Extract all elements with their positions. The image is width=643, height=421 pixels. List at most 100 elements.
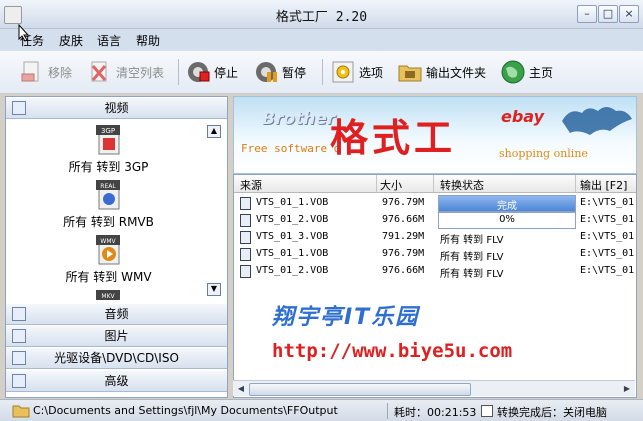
advanced-category-icon [12, 374, 26, 388]
format-mkv[interactable]: MKV [6, 290, 211, 302]
row-output: E:\VTS_01 [580, 214, 635, 225]
table-row[interactable]: VTS_01_2.VOB 976.66M 所有 转到 FLV E:\VTS_01 [234, 262, 636, 280]
category-image-label: 图片 [104, 329, 129, 343]
horizontal-scrollbar[interactable]: ◀ ▶ [233, 380, 635, 396]
table-row[interactable]: VTS_01_2.VOB 976.66M 0% E:\VTS_01 [234, 211, 636, 229]
banner-free-software-text: Free software d [241, 142, 341, 155]
options-label: 选项 [359, 65, 384, 80]
rmvb-badge-text: REAL [100, 183, 116, 190]
scroll-right-icon[interactable]: ▶ [621, 383, 633, 394]
pause-icon [254, 60, 278, 84]
output-folder-button[interactable]: 输出文件夹 [398, 59, 486, 85]
row-status: 所有 转到 FLV [440, 269, 504, 280]
world-map-icon [562, 107, 632, 135]
after-conversion-label[interactable]: 转换完成后：关闭电脑 [497, 404, 607, 420]
table-row[interactable]: VTS_01_1.VOB 976.79M 完成 E:\VTS_01 [234, 194, 636, 212]
header-status[interactable]: 转换状态 [440, 177, 484, 193]
clear-list-icon [88, 60, 112, 84]
format-3gp[interactable]: 3GP 所有 转到 3GP [6, 125, 211, 175]
banner-brother-text: Brother [262, 109, 336, 129]
header-source[interactable]: 来源 [240, 177, 262, 193]
output-folder-label: 输出文件夹 [426, 65, 487, 80]
clear-list-button[interactable]: 清空列表 [88, 59, 164, 85]
format-rmvb[interactable]: REAL 所有 转到 RMVB [6, 180, 211, 230]
column-separator[interactable] [376, 175, 377, 192]
row-size: 976.79M [382, 197, 425, 208]
category-image[interactable]: 图片 [6, 325, 227, 347]
options-button[interactable]: 选项 [331, 59, 383, 85]
scroll-down-button[interactable]: ▼ [207, 283, 221, 296]
mkv-format-icon: MKV [95, 290, 122, 302]
3gp-format-icon: 3GP [95, 125, 122, 155]
table-row[interactable]: VTS_01_3.VOB 791.29M 所有 转到 FLV E:\VTS_01 [234, 228, 636, 246]
menu-help[interactable]: 帮助 [136, 32, 160, 49]
home-button[interactable]: 主页 [501, 59, 553, 85]
progress-bar: 完成 [438, 195, 576, 212]
file-icon [240, 248, 251, 261]
file-icon [240, 265, 251, 278]
scroll-left-icon[interactable]: ◀ [235, 383, 247, 394]
file-icon [240, 197, 251, 210]
3gp-badge-text: 3GP [100, 127, 114, 135]
wmv-format-icon: WMV [95, 235, 122, 265]
scrollbar-thumb[interactable] [249, 383, 471, 396]
clear-list-label: 清空列表 [116, 65, 165, 80]
status-bar: C:\Documents and Settings\fjl\My Documen… [0, 399, 643, 421]
category-audio-label: 音频 [104, 307, 129, 321]
format-3gp-label: 所有 转到 3GP [68, 160, 149, 174]
menu-skin[interactable]: 皮肤 [59, 32, 83, 49]
file-icon [240, 214, 251, 227]
category-rom-label: 光驱设备\DVD\CD\ISO [54, 351, 179, 365]
stop-icon [186, 60, 210, 84]
status-separator [387, 403, 388, 419]
row-status: 所有 转到 FLV [440, 235, 504, 246]
format-wmv[interactable]: WMV 所有 转到 WMV [6, 235, 211, 285]
column-separator[interactable] [575, 175, 576, 192]
banner-shopping-text: shopping online [499, 147, 588, 160]
app-window: 格式工厂 2.20 – □ × 任务 皮肤 语言 帮助 移除 清空列表 停止 暂… [0, 0, 643, 421]
row-output: E:\VTS_01 [580, 248, 635, 259]
row-status: 所有 转到 FLV [440, 252, 504, 263]
remove-icon [20, 60, 44, 84]
options-icon [331, 60, 355, 84]
row-output: E:\VTS_01 [580, 197, 635, 208]
close-button[interactable]: × [619, 5, 639, 23]
category-audio[interactable]: 音频 [6, 303, 227, 325]
menu-language[interactable]: 语言 [97, 32, 121, 49]
toolbar-separator [322, 59, 323, 85]
remove-button[interactable]: 移除 [20, 59, 72, 85]
row-source: VTS_01_3.VOB [256, 231, 329, 242]
menu-bar: 任务 皮肤 语言 帮助 [0, 29, 643, 51]
output-path[interactable]: C:\Documents and Settings\fjl\My Documen… [33, 404, 338, 417]
row-source: VTS_01_1.VOB [256, 248, 329, 259]
column-separator[interactable] [433, 175, 434, 192]
ad-banner[interactable]: Brother Free software d 格式工 ebay shoppin… [233, 96, 637, 174]
stop-button[interactable]: 停止 [186, 59, 238, 85]
progress-bar: 0% [438, 212, 576, 229]
row-source: VTS_01_1.VOB [256, 197, 329, 208]
row-size: 976.66M [382, 214, 425, 225]
table-row[interactable]: VTS_01_1.VOB 976.79M 所有 转到 FLV E:\VTS_01 [234, 245, 636, 263]
shutdown-checkbox[interactable] [481, 405, 493, 417]
file-icon [240, 231, 251, 244]
header-output[interactable]: 输出 [F2] [580, 177, 627, 193]
category-advanced[interactable]: 高级 [6, 370, 227, 392]
row-status: 0% [499, 214, 515, 225]
image-category-icon [12, 329, 26, 343]
maximize-button[interactable]: □ [598, 5, 618, 23]
category-rom[interactable]: 光驱设备\DVD\CD\ISO [6, 347, 227, 369]
video-category-icon [12, 101, 26, 115]
category-panel: 视频 3GP 所有 转到 3GP REAL 所有 转到 RMVB WMV 所有 … [5, 96, 228, 398]
row-output: E:\VTS_01 [580, 265, 635, 276]
wmv-badge-text: WMV [100, 238, 116, 245]
scroll-up-button[interactable]: ▲ [207, 125, 221, 138]
pause-button[interactable]: 暂停 [254, 59, 306, 85]
rmvb-format-icon: REAL [95, 180, 122, 210]
header-size[interactable]: 大小 [380, 177, 402, 193]
table-header: 来源 大小 转换状态 输出 [F2] [234, 175, 636, 193]
output-folder-icon[interactable] [12, 403, 30, 418]
elapsed-time: 耗时：00:21:53 [394, 406, 477, 419]
category-video[interactable]: 视频 [6, 97, 227, 119]
minimize-button[interactable]: – [577, 5, 597, 23]
window-title: 格式工厂 2.20 [275, 10, 368, 25]
